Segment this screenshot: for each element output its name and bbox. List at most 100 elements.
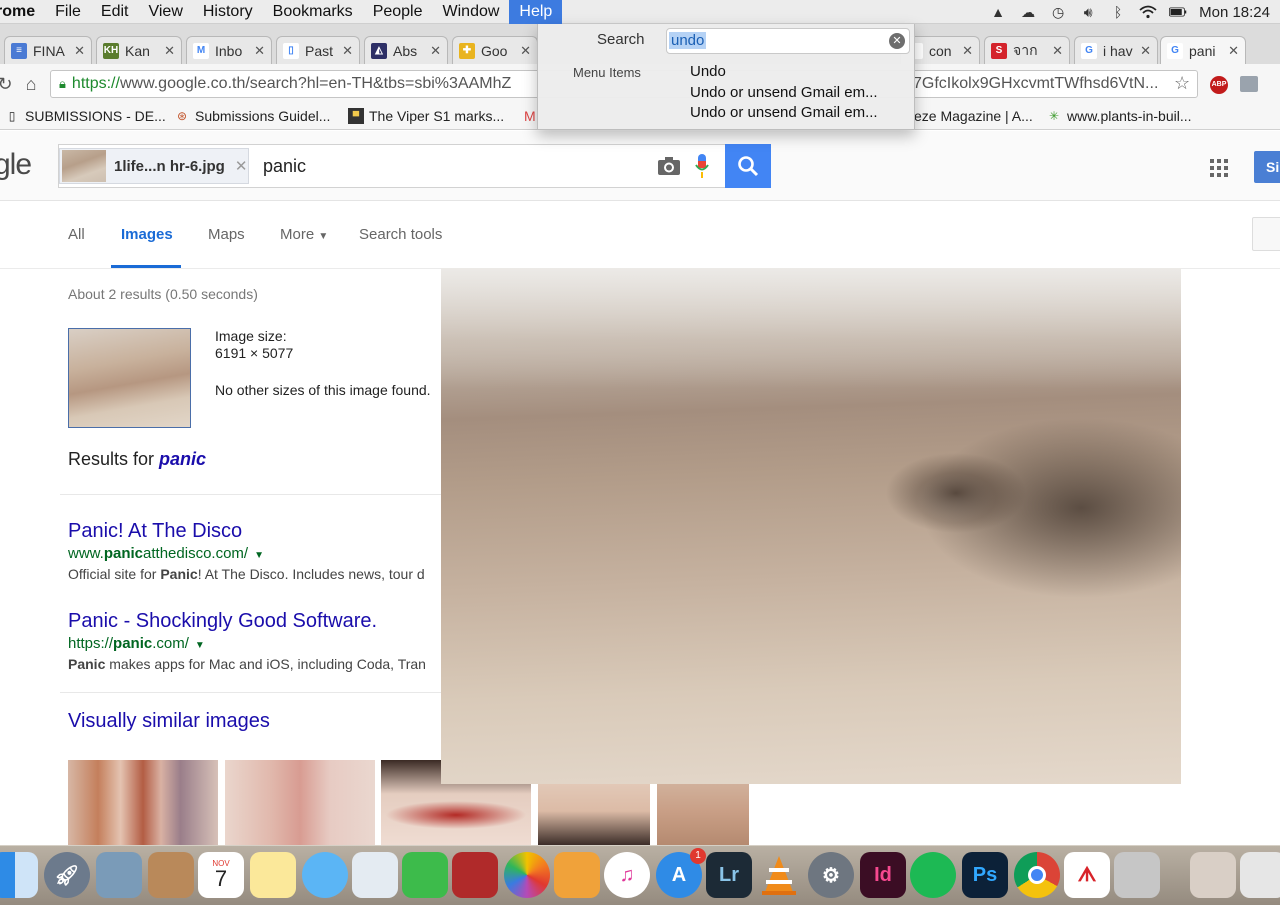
close-tab-icon[interactable]: ✕: [342, 43, 353, 59]
similar-images-title[interactable]: Visually similar images: [68, 710, 270, 733]
battery-icon[interactable]: [1169, 4, 1187, 20]
notes-icon[interactable]: [250, 852, 296, 898]
wifi-icon[interactable]: [1139, 4, 1157, 20]
browser-tab[interactable]: KH Kan ✕: [96, 36, 182, 64]
browser-tab[interactable]: ◭ Abs ✕: [364, 36, 448, 64]
close-tab-icon[interactable]: ✕: [74, 43, 85, 59]
menu-window[interactable]: Window: [433, 0, 510, 24]
browser-tab[interactable]: Gpani ✕: [1160, 36, 1246, 64]
itunes-icon[interactable]: ♫: [604, 852, 650, 898]
lightroom-icon[interactable]: Lr: [706, 852, 752, 898]
similar-image[interactable]: [68, 760, 218, 845]
result-url[interactable]: https://panic.com/▼: [68, 635, 205, 652]
close-tab-icon[interactable]: ✕: [1140, 43, 1151, 59]
close-tab-icon[interactable]: ✕: [1228, 43, 1239, 59]
search-button[interactable]: [725, 144, 771, 188]
photoshop-icon[interactable]: Ps: [962, 852, 1008, 898]
search-box[interactable]: 1life...n hr-6.jpg ✕ panic: [58, 144, 726, 188]
menu-file[interactable]: File: [45, 0, 91, 24]
microphone-icon[interactable]: [695, 154, 709, 180]
calendar-icon[interactable]: NOV 7: [198, 852, 244, 898]
menu-view[interactable]: View: [138, 0, 192, 24]
adblock-icon[interactable]: ABP: [1210, 76, 1228, 94]
result-url[interactable]: www.panicatthedisco.com/▼: [68, 545, 264, 562]
help-result-undo[interactable]: Undo: [666, 63, 726, 80]
similar-image[interactable]: [225, 760, 375, 845]
indesign-icon[interactable]: Id: [860, 852, 906, 898]
help-result-gmail-2[interactable]: Undo or unsend Gmail em...: [666, 104, 878, 121]
bookmark-item[interactable]: ✳ www.plants-in-buil...: [1046, 108, 1192, 124]
menubar-clock[interactable]: Mon 18:24: [1199, 4, 1270, 21]
pages-icon[interactable]: [554, 852, 600, 898]
close-tab-icon[interactable]: ✕: [430, 43, 441, 59]
menu-people[interactable]: People: [363, 0, 433, 24]
browser-tab[interactable]: ≡ FINA ✕: [4, 36, 92, 64]
caret-down-icon[interactable]: ▼: [254, 550, 264, 561]
photo-booth-icon[interactable]: [452, 852, 498, 898]
tab-all[interactable]: All: [68, 226, 85, 243]
search-image-chip[interactable]: 1life...n hr-6.jpg ✕: [59, 148, 249, 184]
close-tab-icon[interactable]: ✕: [254, 43, 265, 59]
image-capture-icon[interactable]: [352, 852, 398, 898]
contacts-icon[interactable]: [148, 852, 194, 898]
bookmark-item[interactable]: eze Magazine | A...: [914, 108, 1033, 124]
browser-tab[interactable]: ✚ Goo ✕: [452, 36, 538, 64]
home-icon[interactable]: ⌂: [20, 73, 42, 95]
tab-images[interactable]: Images: [121, 226, 173, 243]
volume-icon[interactable]: 🔊︎: [1079, 4, 1097, 20]
menu-app-name[interactable]: rome: [0, 0, 45, 24]
menu-bookmarks[interactable]: Bookmarks: [263, 0, 363, 24]
query-image-thumbnail[interactable]: [68, 328, 191, 428]
app-store-icon[interactable]: A1: [656, 848, 706, 898]
bookmark-item[interactable]: ▯ SUBMISSIONS - DE...: [4, 108, 166, 124]
browser-tab[interactable]: Gi hav ✕: [1074, 36, 1158, 64]
trash-icon[interactable]: [1240, 852, 1280, 898]
bookmark-item[interactable]: ▀ The Viper S1 marks...: [348, 108, 504, 124]
search-query[interactable]: panic: [263, 156, 306, 177]
system-preferences-icon[interactable]: ⚙︎: [808, 852, 854, 898]
time-machine-icon[interactable]: ◷: [1049, 4, 1067, 20]
user-folder-icon[interactable]: [1190, 852, 1236, 898]
close-tab-icon[interactable]: ✕: [962, 43, 973, 59]
image-preview-overlay[interactable]: [441, 268, 1181, 784]
menu-help[interactable]: Help: [509, 0, 563, 24]
remove-image-icon[interactable]: ✕: [235, 157, 248, 175]
preview-app-icon[interactable]: [96, 852, 142, 898]
browser-tab[interactable]: S จาก ✕: [984, 36, 1070, 64]
browser-tab[interactable]: M Inbo ✕: [186, 36, 272, 64]
vlc-icon[interactable]: [756, 852, 802, 898]
apps-grid-icon[interactable]: [1210, 159, 1228, 177]
close-tab-icon[interactable]: ✕: [164, 43, 175, 59]
messages-icon[interactable]: [302, 852, 348, 898]
bookmark-item[interactable]: ⊛ Submissions Guidel...: [174, 108, 330, 124]
result-title[interactable]: Panic! At The Disco: [68, 520, 242, 543]
chrome-icon[interactable]: [1014, 852, 1060, 898]
tab-more[interactable]: More ▼: [280, 226, 328, 243]
bluetooth-icon[interactable]: ᛒ: [1109, 4, 1127, 20]
google-logo[interactable]: gle: [0, 148, 32, 182]
bookmark-star-icon[interactable]: ☆: [1174, 73, 1190, 94]
finder-icon[interactable]: [0, 852, 38, 898]
drive-icon[interactable]: ▲: [989, 4, 1007, 20]
help-search-input[interactable]: undo ✕: [666, 28, 910, 54]
browser-tab[interactable]: ▯ Past ✕: [276, 36, 360, 64]
caret-down-icon[interactable]: ▼: [195, 640, 205, 651]
settings-button[interactable]: [1252, 217, 1280, 251]
close-tab-icon[interactable]: ✕: [520, 43, 531, 59]
acrobat-icon[interactable]: ᗑ: [1064, 852, 1110, 898]
help-result-gmail-1[interactable]: Undo or unsend Gmail em...: [666, 84, 878, 101]
tab-maps[interactable]: Maps: [208, 226, 245, 243]
sign-in-button[interactable]: Si: [1254, 151, 1280, 183]
menu-edit[interactable]: Edit: [91, 0, 139, 24]
close-tab-icon[interactable]: ✕: [1052, 43, 1063, 59]
result-title[interactable]: Panic - Shockingly Good Software.: [68, 610, 377, 633]
reload-icon[interactable]: ↻: [0, 73, 16, 95]
spotify-icon[interactable]: [910, 852, 956, 898]
menu-history[interactable]: History: [193, 0, 263, 24]
launchpad-icon[interactable]: 🚀︎: [44, 852, 90, 898]
creative-cloud-icon[interactable]: ☁: [1019, 4, 1037, 20]
results-for-query[interactable]: panic: [159, 449, 206, 469]
utility-icon[interactable]: [1114, 852, 1160, 898]
clear-search-icon[interactable]: ✕: [889, 33, 905, 49]
photos-icon[interactable]: [504, 852, 550, 898]
